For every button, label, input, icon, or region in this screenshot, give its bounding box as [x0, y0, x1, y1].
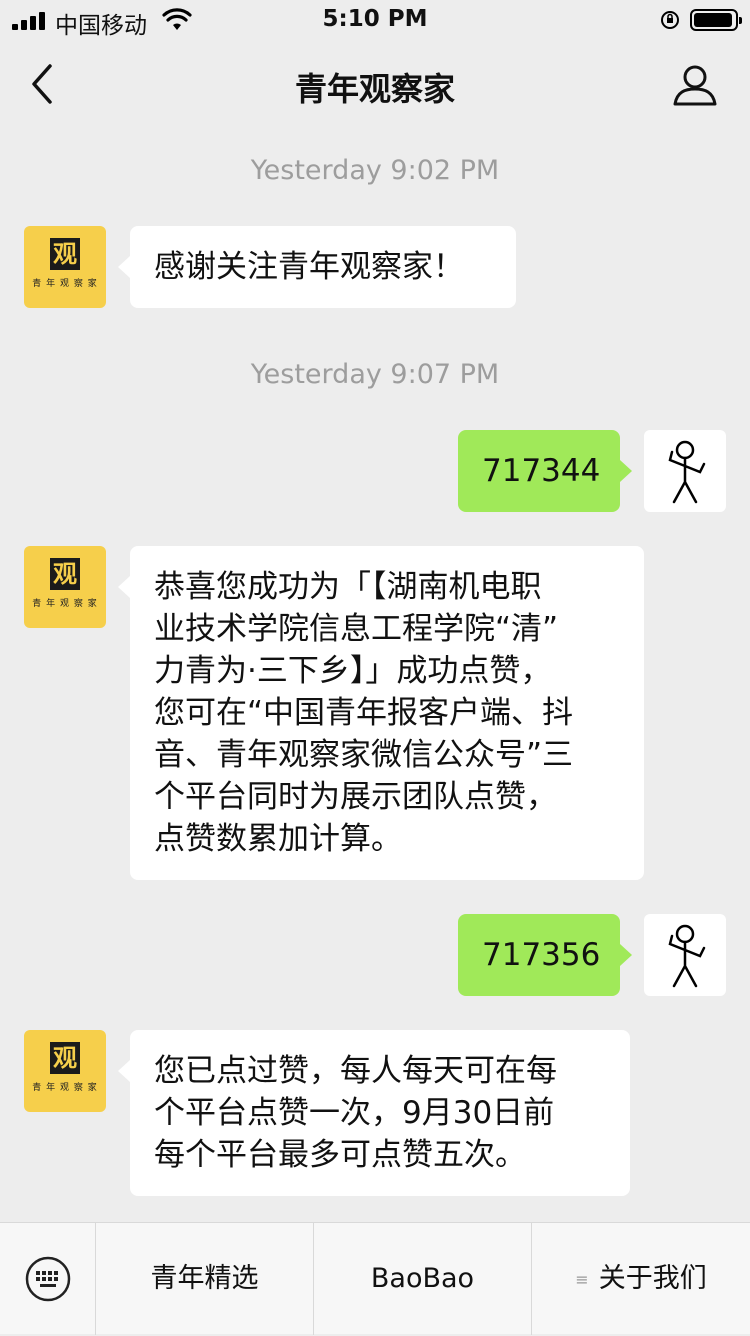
incoming-message[interactable]: 恭喜您成功为「【湖南机电职 业技术学院信息工程学院“清” 力青为·三下乡】」成功…: [118, 546, 644, 880]
outgoing-message[interactable]: 717356: [458, 914, 632, 996]
message-line: 恭喜您成功为「【湖南机电职: [154, 569, 542, 605]
keyboard-icon: [25, 1256, 71, 1302]
battery-icon: [690, 9, 742, 31]
user-avatar[interactable]: [644, 914, 726, 996]
chat-area[interactable]: Yesterday 9:02 PM 观 青 年 观 察 家 感谢关注青年观察家！…: [0, 130, 750, 1222]
message-line: 音、青年观察家微信公众号”三: [154, 737, 574, 773]
menu-item[interactable]: BaoBao: [314, 1223, 532, 1335]
stick-figure-icon: [668, 440, 706, 504]
menu-item-submenu[interactable]: ≡ 关于我们: [532, 1223, 750, 1335]
message-line: 您已点过赞，每人每天可在每: [154, 1053, 557, 1089]
message-line: 业技术学院信息工程学院“清”: [154, 611, 559, 647]
timestamp: Yesterday 9:07 PM: [250, 359, 500, 390]
keyboard-toggle-button[interactable]: [0, 1223, 96, 1335]
status-bar: 中国移动 5:10 PM: [0, 0, 750, 40]
menu-item[interactable]: 青年精选: [96, 1223, 314, 1335]
message-line: 个平台同时为展示团队点赞，: [154, 779, 557, 815]
official-account-avatar[interactable]: 观 青 年 观 察 家: [24, 226, 106, 308]
official-account-avatar[interactable]: 观 青 年 观 察 家: [24, 546, 106, 628]
clock: 5:10 PM: [322, 6, 428, 32]
message-line: 个平台点赞一次，9月30日前: [154, 1095, 555, 1131]
menu-lines-icon: ≡: [575, 1269, 589, 1289]
message-line: 您可在“中国青年报客户端、抖: [154, 695, 574, 731]
person-icon[interactable]: [672, 62, 718, 108]
menu-item-label: 关于我们: [598, 1263, 707, 1294]
message-line: 每个平台最多可点赞五次。: [154, 1137, 526, 1173]
timestamp: Yesterday 9:02 PM: [250, 155, 500, 186]
stick-figure-icon: [668, 924, 706, 988]
page-title: 青年观察家: [294, 70, 455, 108]
orientation-lock-icon: [661, 11, 679, 29]
message-line: 力青为·三下乡】」成功点赞，: [154, 653, 552, 689]
incoming-message[interactable]: 您已点过赞，每人每天可在每 个平台点赞一次，9月30日前 每个平台最多可点赞五次…: [118, 1030, 630, 1196]
nav-bar: 青年观察家: [0, 40, 750, 130]
official-account-avatar[interactable]: 观 青 年 观 察 家: [24, 1030, 106, 1112]
message-line: 点赞数累加计算。: [154, 821, 402, 857]
incoming-message[interactable]: 感谢关注青年观察家！: [118, 226, 516, 308]
bottom-menu-bar: 青年精选 BaoBao ≡ 关于我们: [0, 1222, 750, 1335]
user-avatar[interactable]: [644, 430, 726, 512]
outgoing-message[interactable]: 717344: [458, 430, 632, 512]
